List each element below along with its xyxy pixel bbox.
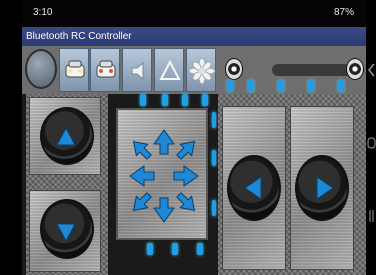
extra-button[interactable] (186, 48, 216, 92)
direction-pad (116, 108, 208, 240)
forward-button[interactable] (29, 97, 101, 175)
nav-bar (367, 63, 376, 222)
direction-arrows (128, 129, 200, 223)
arrow-down-button[interactable] (153, 197, 175, 223)
arrow-right-button[interactable] (173, 165, 199, 187)
connect-button[interactable] (25, 49, 57, 89)
backward-button[interactable] (29, 190, 101, 272)
arrow-up-right-button[interactable] (173, 136, 200, 163)
app-title: Bluetooth RC Controller (22, 27, 366, 46)
arrow-up-left-button[interactable] (128, 136, 155, 163)
arrow-up-button[interactable] (153, 129, 175, 155)
hazard-button[interactable] (154, 48, 184, 92)
front-lights-button[interactable] (59, 48, 89, 92)
toolbar (22, 46, 366, 94)
flower-icon (188, 57, 216, 85)
back-nav-icon (368, 63, 375, 77)
arrow-down-left-button[interactable] (128, 189, 155, 216)
car-front-icon (65, 60, 85, 78)
arrow-down-icon (56, 223, 76, 243)
arrow-right-icon (316, 176, 334, 200)
arrow-down-right-button[interactable] (173, 189, 200, 216)
steering-panel (218, 94, 366, 275)
horn-button[interactable] (122, 48, 152, 92)
car-rear-icon (96, 60, 116, 78)
arrow-left-button[interactable] (129, 165, 155, 187)
speed-slider-right-knob[interactable] (346, 58, 364, 80)
steer-right-button[interactable] (290, 106, 354, 270)
speed-slider-left-knob[interactable] (225, 58, 243, 80)
speaker-icon (131, 61, 144, 81)
status-time: 3:10 (33, 7, 53, 18)
arrow-up-icon (56, 126, 76, 146)
steer-left-button[interactable] (222, 106, 286, 270)
status-bar: 3:10 87% (22, 0, 366, 27)
throttle-panel (26, 94, 108, 275)
warning-triangle-icon (159, 59, 181, 80)
status-battery: 87% (333, 7, 354, 18)
back-lights-button[interactable] (90, 48, 120, 92)
arrow-left-icon (244, 176, 262, 200)
phone-screen: 3:10 87% Bluetooth RC Controller (22, 0, 366, 275)
home-nav-icon (367, 137, 376, 149)
